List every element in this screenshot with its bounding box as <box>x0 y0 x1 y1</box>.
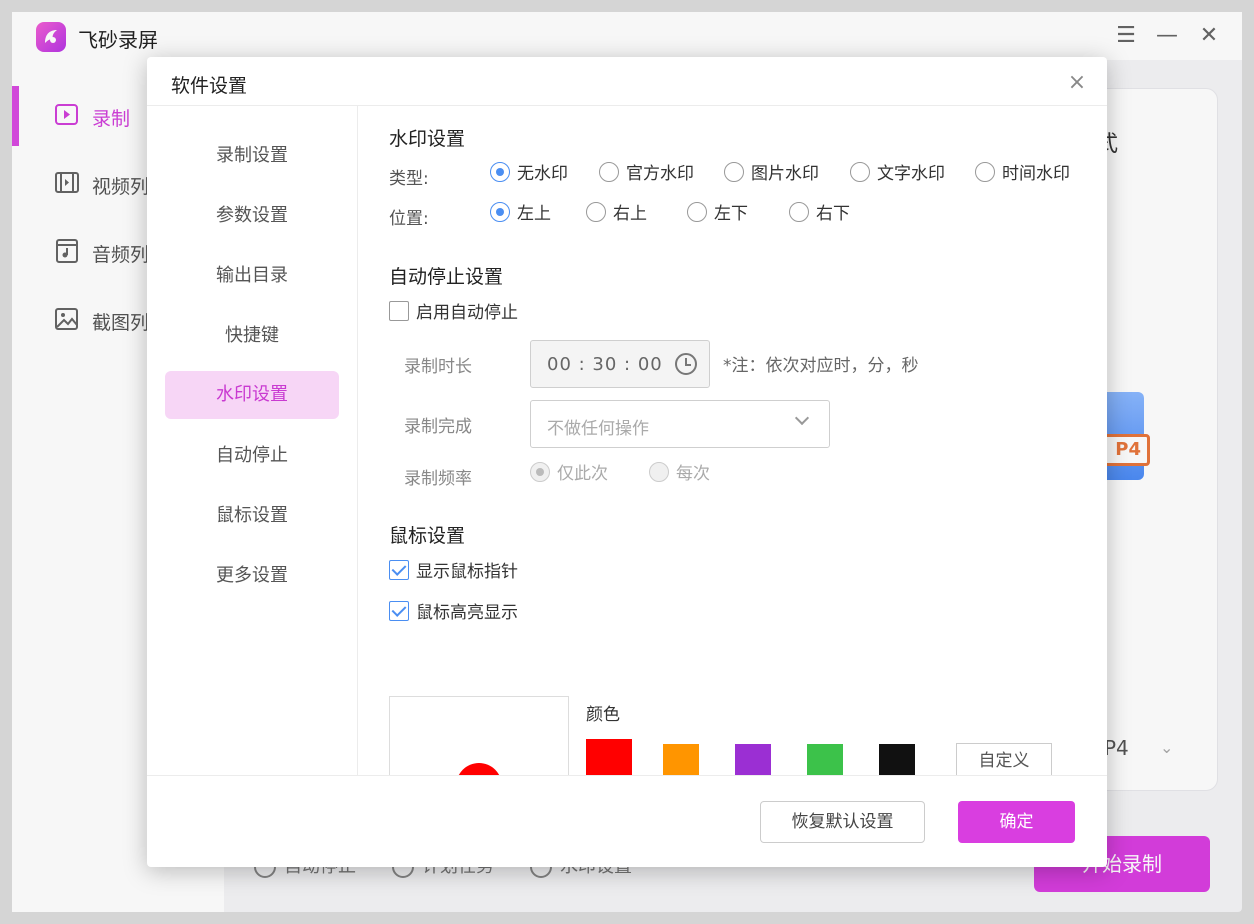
duration-label: 录制时长 <box>404 357 472 377</box>
radio-top-left[interactable]: 左上 <box>490 202 551 227</box>
color-swatch-purple[interactable] <box>735 744 771 775</box>
nav-hotkeys[interactable]: 快捷键 <box>165 312 339 360</box>
watermark-section-title: 水印设置 <box>389 128 466 150</box>
radio-this-time-only[interactable]: 仅此次 <box>530 462 608 487</box>
nav-auto-stop[interactable]: 自动停止 <box>165 432 339 480</box>
nav-more-settings[interactable]: 更多设置 <box>165 552 339 600</box>
nav-watermark-settings[interactable]: 水印设置 <box>165 371 339 419</box>
radio-no-watermark[interactable]: 无水印 <box>490 162 568 187</box>
color-label: 颜色 <box>586 705 620 725</box>
radio-bottom-right[interactable]: 右下 <box>789 202 850 227</box>
nav-mouse-settings[interactable]: 鼠标设置 <box>165 492 339 540</box>
reset-defaults-button[interactable]: 恢复默认设置 <box>760 801 925 843</box>
radio-bottom-left[interactable]: 左下 <box>687 202 748 227</box>
chevron-down-icon <box>794 410 810 426</box>
divider <box>147 775 1107 776</box>
show-pointer-checkbox[interactable]: 显示鼠标指针 <box>389 560 518 585</box>
radio-top-right[interactable]: 右上 <box>586 202 647 227</box>
mouse-section-title: 鼠标设置 <box>389 525 466 547</box>
duration-time-input[interactable]: 00 : 30 : 00 <box>530 340 710 388</box>
nav-output-directory[interactable]: 输出目录 <box>165 252 339 300</box>
color-swatch-green[interactable] <box>807 744 843 775</box>
radio-every-time[interactable]: 每次 <box>649 462 710 487</box>
close-icon[interactable]: × <box>1063 69 1091 97</box>
clock-icon[interactable] <box>675 353 697 375</box>
confirm-button[interactable]: 确定 <box>958 801 1075 843</box>
frequency-label: 录制频率 <box>404 469 472 489</box>
settings-content: 水印设置 类型: 无水印 官方水印 图片水印 文字水印 时间水印 位置: 左上 … <box>359 106 1107 775</box>
highlight-pointer-checkbox[interactable]: 鼠标高亮显示 <box>389 601 518 626</box>
nav-parameter-settings[interactable]: 参数设置 <box>165 192 339 240</box>
enable-autostop-checkbox[interactable]: 启用自动停止 <box>389 301 518 326</box>
radio-time-watermark[interactable]: 时间水印 <box>975 162 1070 187</box>
complete-label: 录制完成 <box>404 417 472 437</box>
custom-color-button[interactable]: 自定义 <box>956 743 1052 775</box>
watermark-position-label: 位置: <box>389 209 429 229</box>
color-swatch-black[interactable] <box>879 744 915 775</box>
watermark-type-label: 类型: <box>389 169 429 189</box>
radio-image-watermark[interactable]: 图片水印 <box>724 162 819 187</box>
radio-official-watermark[interactable]: 官方水印 <box>599 162 694 187</box>
settings-dialog: 软件设置 × 录制设置 参数设置 输出目录 快捷键 水印设置 自动停止 鼠标设置… <box>147 57 1107 867</box>
nav-record-settings[interactable]: 录制设置 <box>165 132 339 180</box>
cursor-highlight-preview <box>389 696 569 775</box>
complete-action-select[interactable]: 不做任何操作 <box>530 400 830 448</box>
color-swatch-red[interactable] <box>586 739 632 775</box>
autostop-section-title: 自动停止设置 <box>389 266 504 288</box>
dialog-title: 软件设置 <box>171 75 248 97</box>
settings-nav: 录制设置 参数设置 输出目录 快捷键 水印设置 自动停止 鼠标设置 更多设置 <box>147 106 358 776</box>
highlight-dot <box>456 763 502 775</box>
radio-text-watermark[interactable]: 文字水印 <box>850 162 945 187</box>
duration-note: *注：依次对应时，分，秒 <box>723 356 919 376</box>
color-swatch-orange[interactable] <box>663 744 699 775</box>
